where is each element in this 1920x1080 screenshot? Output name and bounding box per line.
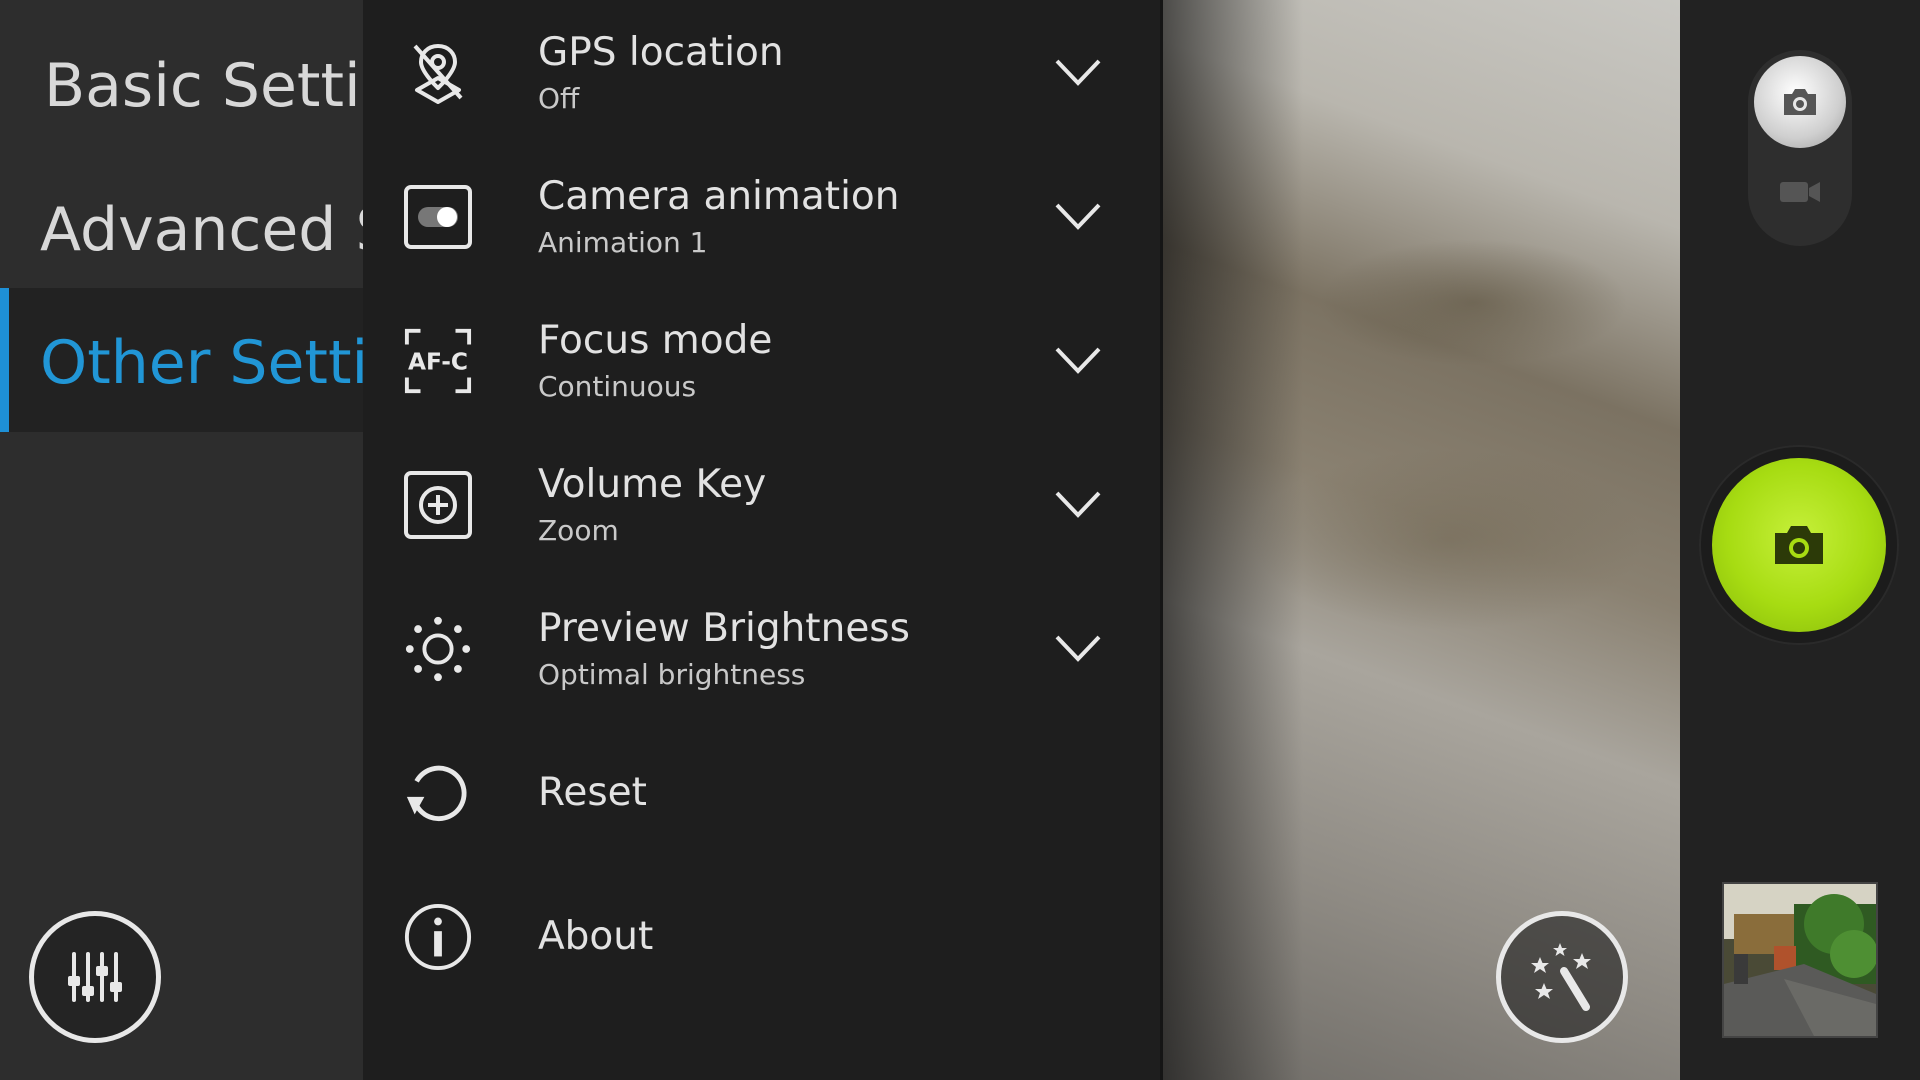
camera-control-strip	[1680, 0, 1920, 1080]
setting-title: Camera animation	[538, 174, 900, 219]
setting-focus-mode[interactable]: AF-C Focus mode Continuous	[363, 288, 1163, 432]
info-icon	[403, 902, 473, 972]
camera-animation-icon	[403, 182, 473, 252]
gps-off-icon	[403, 38, 473, 108]
chevron-down-icon[interactable]	[1053, 482, 1103, 526]
category-advanced-settings[interactable]: Advanced Settings	[0, 157, 363, 301]
setting-title: Reset	[538, 770, 647, 815]
brightness-icon	[403, 614, 473, 684]
category-other-settings[interactable]: Other Settings	[0, 288, 363, 432]
camera-icon	[1784, 89, 1816, 115]
category-label: Advanced Settings	[40, 195, 363, 265]
setting-volume-key[interactable]: Volume Key Zoom	[363, 432, 1163, 576]
setting-title: GPS location	[538, 30, 784, 75]
effects-button[interactable]	[1496, 911, 1628, 1043]
setting-value: Off	[538, 82, 580, 115]
chevron-down-icon[interactable]	[1053, 626, 1103, 670]
chevron-down-icon[interactable]	[1053, 338, 1103, 382]
settings-list: GPS location Off Camera animation Animat…	[363, 0, 1163, 1080]
gallery-thumbnail[interactable]	[1722, 882, 1878, 1038]
setting-value: Zoom	[538, 514, 619, 547]
afc-label: AF-C	[408, 348, 468, 376]
setting-value: Continuous	[538, 370, 697, 403]
setting-gps-location[interactable]: GPS location Off	[363, 0, 1163, 144]
settings-category-list: Basic Settings Advanced Settings Other S…	[0, 0, 363, 1080]
last-photo-image	[1724, 884, 1876, 1036]
camera-app: Basic Settings Advanced Settings Other S…	[0, 0, 1920, 1080]
chevron-down-icon[interactable]	[1053, 194, 1103, 238]
sliders-icon	[68, 952, 122, 1002]
photo-mode-button[interactable]	[1754, 56, 1846, 148]
setting-title: About	[538, 914, 654, 959]
category-label: Basic Settings	[44, 51, 363, 121]
setting-title: Preview Brightness	[538, 606, 910, 651]
setting-camera-animation[interactable]: Camera animation Animation 1	[363, 144, 1163, 288]
camera-preview[interactable]	[1163, 0, 1680, 1080]
setting-title: Volume Key	[538, 462, 767, 507]
video-camera-icon	[1780, 182, 1820, 202]
setting-reset[interactable]: Reset	[363, 720, 1163, 864]
focus-mode-afc-icon: AF-C	[403, 326, 473, 396]
setting-preview-brightness[interactable]: Preview Brightness Optimal brightness	[363, 576, 1163, 720]
camera-icon	[1775, 526, 1823, 564]
setting-value: Optimal brightness	[538, 658, 806, 691]
reset-icon	[403, 758, 473, 828]
shutter-button[interactable]	[1712, 458, 1886, 632]
chevron-down-icon[interactable]	[1053, 50, 1103, 94]
settings-toggle-button[interactable]	[29, 911, 161, 1043]
magic-wand-icon	[1531, 943, 1591, 1011]
setting-title: Focus mode	[538, 318, 773, 363]
video-mode-button[interactable]	[1778, 175, 1822, 209]
category-basic-settings[interactable]: Basic Settings	[0, 13, 363, 157]
volume-key-icon	[403, 470, 473, 540]
setting-about[interactable]: About	[363, 864, 1163, 1008]
category-label: Other Settings	[40, 328, 363, 398]
setting-value: Animation 1	[538, 226, 708, 259]
